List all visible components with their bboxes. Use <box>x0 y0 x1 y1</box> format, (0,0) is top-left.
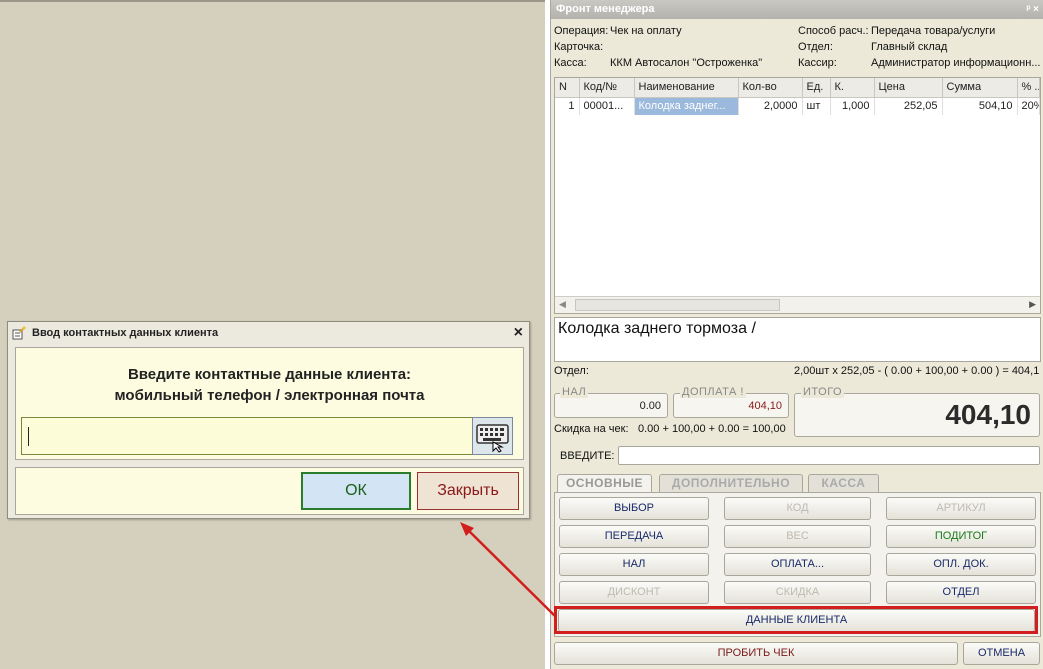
horizontal-scrollbar[interactable]: ◀ ▶ <box>555 296 1040 313</box>
kassa-label: Касса: <box>554 57 587 69</box>
window-title-bar: Фронт менеджера ᵖ × <box>551 0 1043 19</box>
skidka-button[interactable]: СКИДКА <box>724 581 871 604</box>
peredacha-button[interactable]: ПЕРЕДАЧА <box>559 525 709 548</box>
cashier-label: Кассир: <box>798 57 837 69</box>
card-label: Карточка: <box>554 41 604 53</box>
enter-input[interactable] <box>618 446 1040 465</box>
tab-dopolnitelno[interactable]: ДОПОЛНИТЕЛЬНО <box>659 474 803 492</box>
cell-sum: 504,10 <box>942 97 1018 115</box>
contact-input[interactable] <box>21 417 478 455</box>
keyboard-button[interactable] <box>472 417 513 455</box>
dialog-button-area: ОК Закрыть <box>15 467 524 515</box>
col-header-name[interactable]: Наименование <box>634 78 739 98</box>
probit-chek-button[interactable]: ПРОБИТЬ ЧЕК <box>554 642 958 665</box>
discount-label: Скидка на чек: <box>554 423 629 435</box>
enter-label: ВВЕДИТЕ: <box>560 450 615 462</box>
doplata-label: ДОПЛАТА ! <box>680 386 746 398</box>
nal-label: НАЛ <box>560 386 589 398</box>
col-header-n[interactable]: N <box>555 78 580 98</box>
cell-name[interactable]: Колодка заднег... <box>634 97 739 115</box>
tab-osnovnye[interactable]: ОСНОВНЫЕ <box>557 474 652 493</box>
item-name-display: Колодка заднего тормоза / <box>554 317 1041 362</box>
ok-button[interactable]: ОК <box>301 472 411 510</box>
col-header-qty[interactable]: Кол-во <box>738 78 803 98</box>
itogo-field: 404,10 <box>794 393 1040 437</box>
col-header-code[interactable]: Код/№ <box>579 78 635 98</box>
ves-button[interactable]: ВЕС <box>724 525 871 548</box>
prompt-line-1: Введите контактные данные клиента: <box>127 366 412 383</box>
vybor-button[interactable]: ВЫБОР <box>559 497 709 520</box>
col-header-unit[interactable]: Ед. <box>802 78 831 98</box>
table-header-row: N Код/№ Наименование Кол-во Ед. К. Цена … <box>555 78 1040 98</box>
cell-qty: 2,0000 <box>738 97 803 115</box>
dialog-title-bar: Ввод контактных данных клиента <box>8 322 529 344</box>
opl-dok-button[interactable]: ОПЛ. ДОК. <box>886 553 1036 576</box>
operation-value: Чек на оплату <box>610 25 682 37</box>
nal-button[interactable]: НАЛ <box>559 553 709 576</box>
dialog-close-icon[interactable]: × <box>514 323 523 343</box>
calc-dept-label: Отдел: <box>554 365 589 377</box>
calc-formula: 2,00шт х 252,05 - ( 0.00 + 100,00 + 0.00… <box>794 365 1040 377</box>
otdel-button[interactable]: ОТДЕЛ <box>886 581 1036 604</box>
payment-method-label: Способ расч.: <box>798 25 869 37</box>
scroll-right-icon[interactable]: ▶ <box>1029 299 1036 310</box>
artikul-button[interactable]: АРТИКУЛ <box>886 497 1036 520</box>
poditog-button[interactable]: ПОДИТОГ <box>886 525 1036 548</box>
kod-button[interactable]: КОД <box>724 497 871 520</box>
scroll-left-icon[interactable]: ◀ <box>559 299 566 310</box>
dialog-input-area: Введите контактные данные клиента: мобил… <box>15 347 524 460</box>
operation-label: Операция: <box>554 25 609 37</box>
items-table[interactable]: N Код/№ Наименование Кол-во Ед. К. Цена … <box>554 77 1041 314</box>
cell-percent: 20% <box>1017 97 1040 115</box>
col-header-coef[interactable]: К. <box>830 78 875 98</box>
close-button[interactable]: Закрыть <box>417 472 519 510</box>
cell-n: 1 <box>555 97 580 115</box>
nal-value: 0.00 <box>639 400 661 412</box>
cell-price: 252,05 <box>874 97 943 115</box>
kassa-value: ККМ Автосалон "Остроженка" <box>610 57 763 69</box>
payment-method-value: Передача товара/услуги <box>871 25 996 37</box>
doplata-value: 404,10 <box>748 400 782 412</box>
table-row[interactable]: 1 00001... Колодка заднег... 2,0000 шт 1… <box>555 97 1040 115</box>
discount-value: 0.00 + 100,00 + 0.00 = 100,00 <box>638 423 786 435</box>
cell-unit: шт <box>802 97 831 115</box>
col-header-price[interactable]: Цена <box>874 78 943 98</box>
client-contact-dialog: Ввод контактных данных клиента × Введите… <box>7 321 530 519</box>
itogo-label: ИТОГО <box>801 386 845 398</box>
client-data-highlight <box>554 606 1038 634</box>
window-controls-icon[interactable]: ᵖ × <box>1026 0 1039 19</box>
diskont-button[interactable]: ДИСКОНТ <box>559 581 709 604</box>
department-label: Отдел: <box>798 41 833 53</box>
window-title: Фронт менеджера <box>556 3 655 15</box>
cashier-value: Администратор информационн... <box>871 57 1041 69</box>
otmena-button[interactable]: ОТМЕНА <box>963 642 1040 665</box>
tab-kassa[interactable]: КАССА <box>808 474 879 492</box>
dialog-title: Ввод контактных данных клиента <box>32 327 219 339</box>
cell-coef: 1,000 <box>830 97 875 115</box>
col-header-sum[interactable]: Сумма <box>942 78 1018 98</box>
cell-code: 00001... <box>579 97 635 115</box>
itogo-value: 404,10 <box>945 399 1031 430</box>
oplata-button[interactable]: ОПЛАТА... <box>724 553 871 576</box>
scroll-thumb[interactable] <box>575 299 780 311</box>
form-edit-icon <box>12 326 26 340</box>
prompt-line-2: мобильный телефон / электронная почта <box>114 387 425 404</box>
col-header-percent[interactable]: % ... <box>1017 78 1040 98</box>
department-value: Главный склад <box>871 41 948 53</box>
keyboard-icon <box>476 424 509 453</box>
text-caret <box>28 427 29 446</box>
